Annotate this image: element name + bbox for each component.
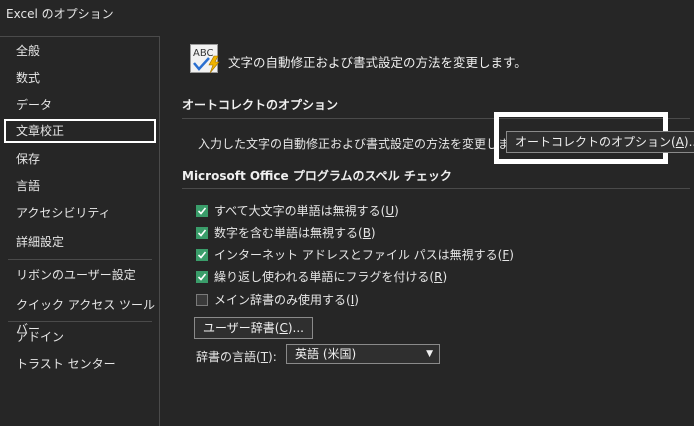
custom-dictionaries-button[interactable]: ユーザー辞書(C)... xyxy=(194,317,313,339)
option-ignore-internet-file[interactable]: インターネット アドレスとファイル パスは無視する(F) xyxy=(196,246,514,264)
sidebar-item-proofing[interactable]: 文章校正 xyxy=(4,119,156,143)
checkbox-checked-icon[interactable] xyxy=(196,271,208,283)
page-header-text: 文字の自動修正および書式設定の方法を変更します。 xyxy=(228,55,527,70)
sidebar-item-trust-center[interactable]: トラスト センター xyxy=(4,352,156,376)
autocorrect-section-title: オートコレクトのオプション xyxy=(182,98,339,112)
autocorrect-options-button[interactable]: オートコレクトのオプション(A)... xyxy=(506,131,694,153)
sidebar-item-advanced[interactable]: 詳細設定 xyxy=(4,230,156,254)
checkbox-checked-icon[interactable] xyxy=(196,205,208,217)
sidebar-item-language[interactable]: 言語 xyxy=(4,174,156,198)
sidebar-item-save[interactable]: 保存 xyxy=(4,147,156,171)
checkbox-unchecked-icon[interactable] xyxy=(196,294,208,306)
main-panel: ABC 文字の自動修正および書式設定の方法を変更します。 オートコレクトのオプシ… xyxy=(160,36,694,426)
window-title: Excel のオプション xyxy=(6,7,114,21)
sidebar-item-addins[interactable]: アドイン xyxy=(4,325,156,349)
sidebar-item-quick-access-toolbar[interactable]: クイック アクセス ツール バー xyxy=(4,293,156,336)
svg-text:ABC: ABC xyxy=(193,48,214,59)
spelling-section-title: Microsoft Office プログラムのスペル チェック xyxy=(182,169,452,183)
dictionary-language-select[interactable]: 英語 (米国) ▼ xyxy=(286,344,440,364)
option-main-dictionary-only[interactable]: メイン辞書のみ使用する(I) xyxy=(196,291,359,309)
option-flag-repeated-words[interactable]: 繰り返し使われる単語にフラグを付ける(R) xyxy=(196,268,447,286)
dictionary-language-label: 辞書の言語(T): xyxy=(196,350,277,364)
section-divider xyxy=(182,188,690,189)
sidebar-item-customize-ribbon[interactable]: リボンのユーザー設定 xyxy=(4,263,156,287)
chevron-down-icon: ▼ xyxy=(426,349,433,359)
dictionary-language-value: 英語 (米国) xyxy=(295,347,357,361)
sidebar-item-general[interactable]: 全般 xyxy=(4,39,156,63)
sidebar-separator xyxy=(8,259,152,260)
option-ignore-numbers[interactable]: 数字を含む単語は無視する(B) xyxy=(196,224,376,242)
sidebar-separator xyxy=(8,321,152,322)
sidebar-item-accessibility[interactable]: アクセシビリティ xyxy=(4,201,156,225)
sidebar-item-formulas[interactable]: 数式 xyxy=(4,66,156,90)
abc-check-lightning-icon: ABC xyxy=(190,44,222,74)
checkbox-checked-icon[interactable] xyxy=(196,249,208,261)
checkbox-checked-icon[interactable] xyxy=(196,227,208,239)
sidebar: 全般 数式 データ 文章校正 保存 言語 アクセシビリティ 詳細設定 リボンのユ… xyxy=(0,36,160,426)
option-ignore-uppercase[interactable]: すべて大文字の単語は無視する(U) xyxy=(196,202,399,220)
autocorrect-description: 入力した文字の自動修正および書式設定の方法を変更します: xyxy=(198,137,527,151)
sidebar-item-data[interactable]: データ xyxy=(4,93,156,117)
